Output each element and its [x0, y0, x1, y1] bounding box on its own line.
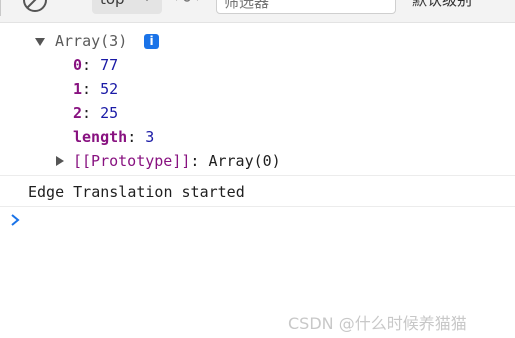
prompt-chevron-icon [11, 214, 20, 226]
console-prompt-row[interactable] [0, 208, 515, 232]
property-separator: : [82, 80, 101, 98]
array-item-row: 1: 52 [0, 77, 515, 101]
array-object-row[interactable]: Array(3) i [0, 29, 515, 53]
watermark: CSDN @什么时候养猫猫 [288, 314, 467, 333]
length-row: length: 3 [0, 125, 515, 149]
triangle-down-icon[interactable] [34, 37, 46, 47]
triangle-right-icon[interactable] [55, 155, 65, 167]
eye-icon[interactable] [174, 0, 200, 10]
array-item-row: 0: 77 [0, 53, 515, 77]
length-value: 3 [145, 128, 155, 146]
length-property: length: 3 [73, 125, 154, 149]
info-icon[interactable]: i [144, 34, 159, 49]
prototype-property: [[Prototype]]: Array(0) [73, 149, 281, 173]
context-label: top [100, 0, 125, 7]
log-levels-dropdown[interactable]: 默认级别 [412, 0, 472, 8]
prototype-separator: : [190, 152, 209, 170]
chevron-down-icon [145, 0, 149, 2]
property-key: 1 [73, 80, 83, 98]
context-selector[interactable]: top [92, 0, 162, 14]
property-key: 2 [73, 104, 83, 122]
array-item-row: 2: 25 [0, 101, 515, 125]
prototype-key: [[Prototype]] [73, 152, 191, 170]
property-value: 25 [100, 104, 119, 122]
property: 0: 77 [73, 53, 118, 77]
property-separator: : [82, 56, 101, 74]
property-value: 52 [100, 80, 119, 98]
length-separator: : [127, 128, 146, 146]
property-value: 77 [100, 56, 119, 74]
property: 2: 25 [73, 101, 118, 125]
clear-console-icon[interactable] [20, 0, 50, 15]
message-divider [0, 175, 515, 176]
console-toolbar: top 默认级别 [0, 0, 515, 23]
message-divider [0, 206, 515, 207]
property: 1: 52 [73, 77, 118, 101]
array-summary: Array(3) [55, 32, 128, 50]
console-message-row: Edge Translation started [0, 180, 515, 204]
prototype-row[interactable]: [[Prototype]]: Array(0) [0, 149, 515, 173]
toolbar-separator [0, 0, 1, 16]
filter-input[interactable] [216, 0, 396, 14]
prototype-value: Array(0) [208, 152, 281, 170]
length-key: length [73, 128, 128, 146]
console-message: Edge Translation started [28, 183, 245, 201]
property-separator: : [82, 104, 101, 122]
property-key: 0 [73, 56, 83, 74]
